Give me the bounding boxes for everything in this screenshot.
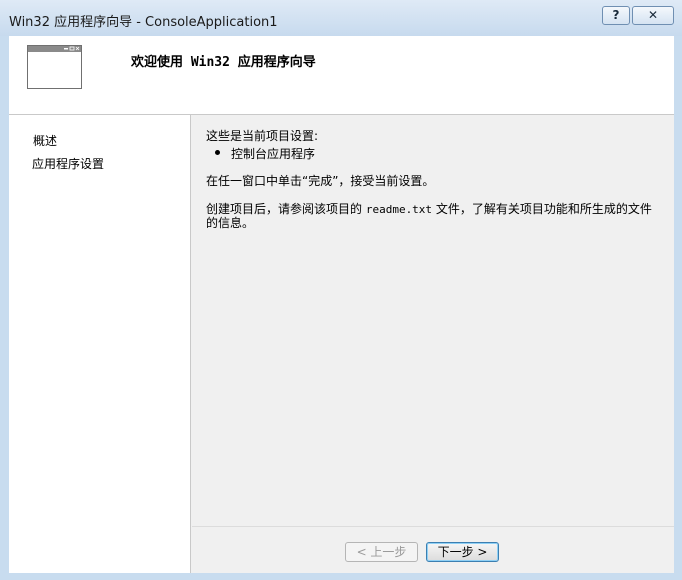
close-button[interactable]: ✕ <box>632 6 674 25</box>
wizard-window: Win32 应用程序向导 - ConsoleApplication1 ? ✕ 欢… <box>0 0 682 580</box>
settings-heading: 这些是当前项目设置: <box>206 129 319 143</box>
step-navigation: 概述 应用程序设置 <box>9 115 191 573</box>
bullet-icon <box>215 150 220 155</box>
window-icon <box>27 45 82 89</box>
readme-info: 创建项目后，请参阅该项目的 readme.txt 文件，了解有关项目功能和所生成… <box>206 200 652 217</box>
help-icon: ? <box>612 8 620 22</box>
overview-content: 这些是当前项目设置: 控制台应用程序 在任一窗口中单击“完成”，接受当前设置。 … <box>192 115 674 526</box>
readme-info-line2: 的信息。 <box>206 216 255 230</box>
readme-info-suffix: 文件，了解有关项目功能和所生成的文件 <box>432 202 652 216</box>
readme-filename: readme.txt <box>365 203 433 216</box>
finish-instruction: 在任一窗口中单击“完成”，接受当前设置。 <box>206 174 435 188</box>
banner-title: 欢迎使用 Win32 应用程序向导 <box>131 55 316 70</box>
wizard-client: 欢迎使用 Win32 应用程序向导 概述 应用程序设置 这些是当前项目设置: 控… <box>9 36 674 573</box>
nav-item-overview[interactable]: 概述 <box>33 132 57 149</box>
next-button[interactable]: 下一步 > <box>426 542 499 562</box>
setting-item: 控制台应用程序 <box>231 147 316 161</box>
close-icon: ✕ <box>647 8 659 22</box>
title-bar[interactable]: Win32 应用程序向导 - ConsoleApplication1 ? ✕ <box>0 0 682 36</box>
previous-button[interactable]: < 上一步 <box>345 542 418 562</box>
help-button[interactable]: ? <box>602 6 630 25</box>
wizard-footer: < 上一步 下一步 > <box>192 526 674 573</box>
nav-item-application-settings[interactable]: 应用程序设置 <box>32 155 104 172</box>
window-title: Win32 应用程序向导 - ConsoleApplication1 <box>9 15 278 30</box>
wizard-banner: 欢迎使用 Win32 应用程序向导 <box>9 36 674 115</box>
